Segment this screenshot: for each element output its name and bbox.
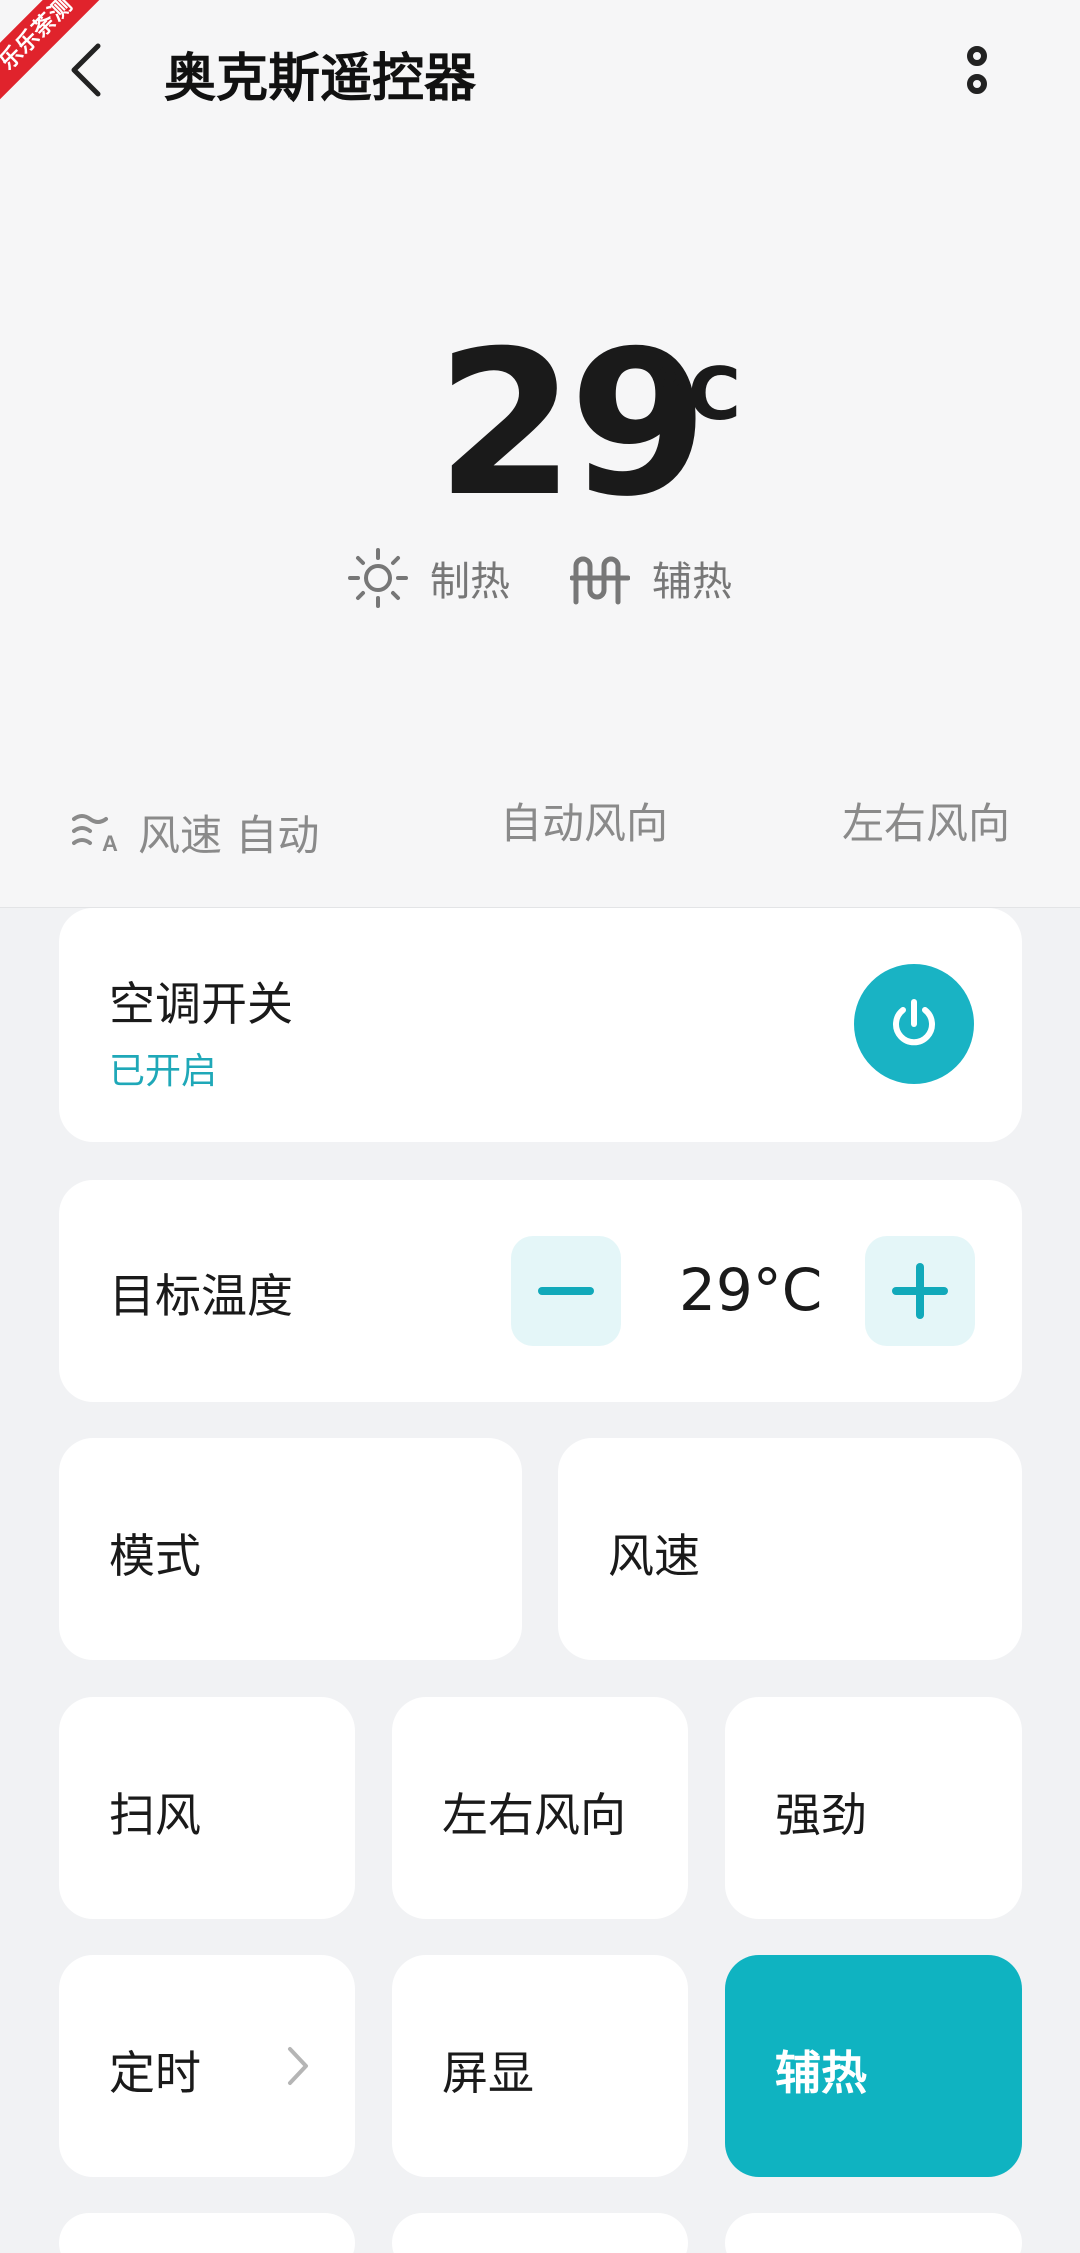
back-button[interactable] [56,30,116,110]
temperature-unit: °C [652,352,741,436]
settings-row: A 风速 自动 自动风向 左右风向 [0,790,1080,860]
power-icon [893,999,935,1046]
power-card-label: 空调开关 [109,977,293,1031]
mode-label: 制热 [430,559,510,605]
power-button[interactable] [854,964,974,1084]
more-dot-icon [967,46,987,66]
turbo-tile[interactable]: 强劲 [725,1697,1022,1919]
lr-direction-setting[interactable]: 左右风向 [842,790,1010,851]
auto-direction-setting[interactable]: 自动风向 [500,790,668,851]
mode-tile[interactable]: 模式 [59,1438,522,1660]
fan-speed-setting[interactable]: A 风速 自动 [72,802,319,863]
increase-temp-button[interactable] [865,1236,975,1346]
page-title: 奥克斯遥控器 [164,49,477,109]
display-tile-label: 屏显 [442,2046,534,2100]
grid-tile-partial[interactable] [59,2213,355,2253]
more-options-button[interactable] [950,30,1004,110]
target-temp-card: 目标温度 29°C [59,1180,1022,1402]
aux-heat-tile[interactable]: 辅热 [725,1955,1022,2177]
auto-direction-label: 自动风向 [500,799,669,848]
heater-coil-icon [570,556,630,605]
mode-status-row: 制热 辅热 [0,548,1080,608]
aux-heat-status: 辅热 [570,548,732,608]
chevron-right-icon [288,2047,308,2085]
target-temp-value: 29°C [679,1256,823,1324]
turbo-tile-label: 强劲 [775,1788,867,1842]
fan-speed-tile-label: 风速 [608,1529,700,1583]
chevron-left-icon [71,43,101,97]
fan-speed-tile[interactable]: 风速 [558,1438,1022,1660]
lr-direction-tile[interactable]: 左右风向 [392,1697,688,1919]
svg-text:A: A [102,831,118,855]
lr-direction-label: 左右风向 [842,799,1011,848]
lr-direction-tile-label: 左右风向 [442,1788,626,1842]
decrease-temp-button[interactable] [511,1236,621,1346]
grid-tile-partial[interactable] [725,2213,1022,2253]
more-dot-icon [967,74,987,94]
display-tile[interactable]: 屏显 [392,1955,688,2177]
swing-tile[interactable]: 扫风 [59,1697,355,1919]
wind-auto-icon: A [72,813,118,855]
power-status: 已开启 [109,1051,218,1092]
grid-tile-partial[interactable] [392,2213,688,2253]
mode-tile-label: 模式 [109,1529,201,1583]
swing-tile-label: 扫风 [109,1788,201,1842]
aux-heat-label: 辅热 [652,559,732,605]
power-card: 空调开关 已开启 [59,908,1022,1142]
mode-status: 制热 [348,548,510,608]
minus-icon [538,1287,594,1295]
aux-heat-tile-label: 辅热 [775,2046,867,2100]
timer-tile[interactable]: 定时 [59,1955,355,2177]
plus-icon [892,1263,948,1319]
timer-tile-label: 定时 [109,2046,201,2100]
target-temp-label: 目标温度 [109,1269,293,1323]
sun-icon [348,548,408,608]
fan-speed-label: 风速 自动 [138,811,320,860]
